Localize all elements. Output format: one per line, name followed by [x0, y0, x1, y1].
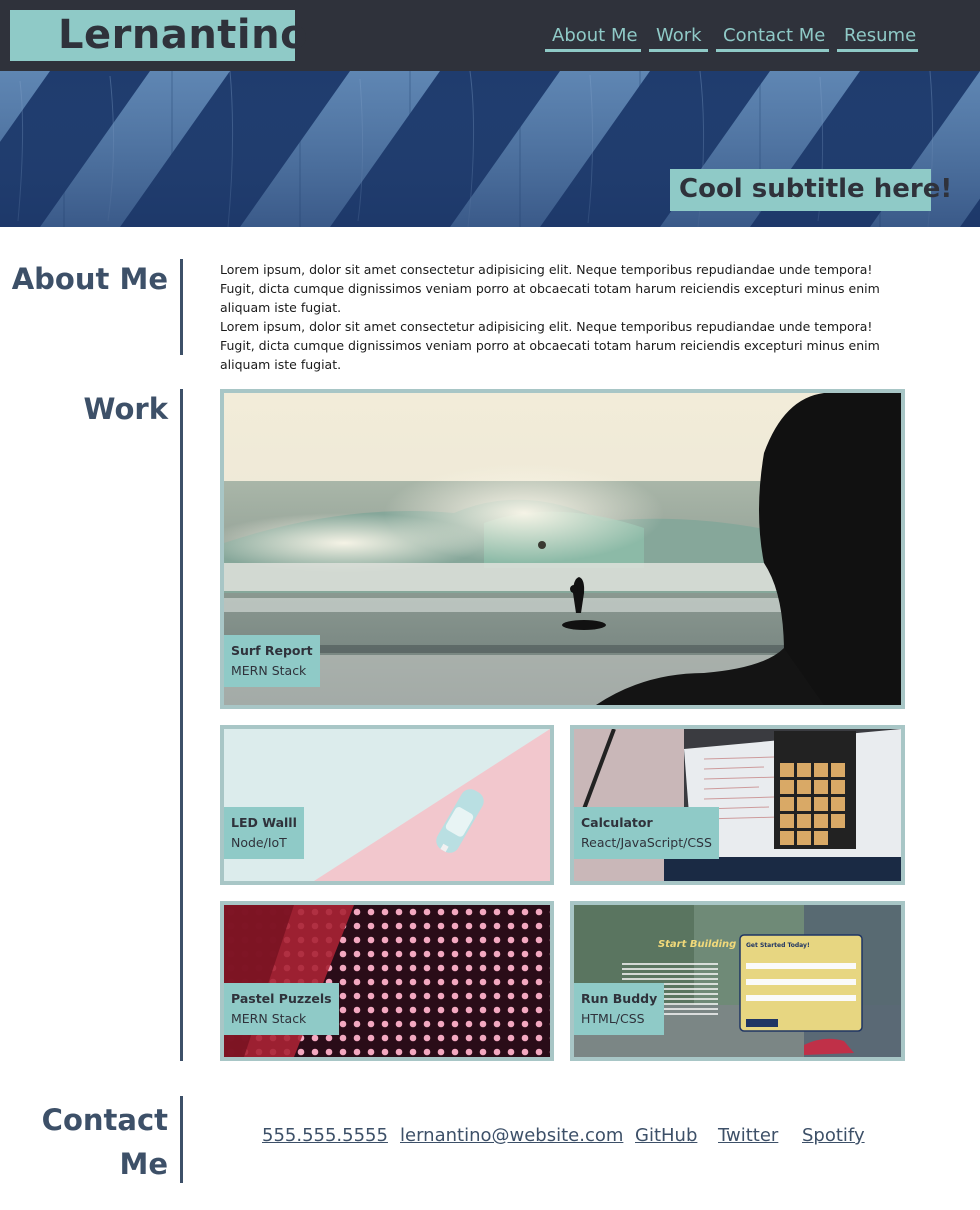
project-label-pastel-puzzels: Pastel Puzzels MERN Stack	[224, 983, 339, 1035]
contact-github-link[interactable]: GitHub	[635, 1125, 697, 1146]
contact-links: 555.555.5555 lernantino@website.com GitH…	[0, 1125, 980, 1151]
site-header: Lernantino About Me Work Contact Me Resu…	[0, 0, 980, 71]
project-card-calculator[interactable]: Calculator React/JavaScript/CSS	[570, 725, 905, 885]
project-card-run-buddy[interactable]: Start Building Habits. Get Started Today…	[570, 901, 905, 1061]
project-card-led-wall[interactable]: LED Walll Node/IoT	[220, 725, 554, 885]
project-card-pastel-puzzels[interactable]: Pastel Puzzels MERN Stack	[220, 901, 554, 1061]
project-label-run-buddy: Run Buddy HTML/CSS	[574, 983, 665, 1035]
about-paragraph-1: Lorem ipsum, dolor sit amet consectetur …	[220, 262, 880, 315]
main-nav: About Me Work Contact Me Resume	[0, 21, 980, 53]
project-card-surf-report[interactable]: Surf Report MERN Stack	[220, 389, 905, 709]
hero-subtitle: Cool subtitle here!	[670, 169, 952, 211]
project-stack: MERN Stack	[231, 1011, 307, 1026]
hero-subtitle-text: Cool subtitle here!	[679, 174, 953, 204]
about-me-heading: About Me	[11, 262, 168, 296]
about-me-divider	[180, 259, 183, 355]
contact-twitter-link[interactable]: Twitter	[718, 1125, 778, 1146]
contact-phone-link[interactable]: 555.555.5555	[262, 1125, 388, 1146]
project-label-calculator: Calculator React/JavaScript/CSS	[574, 807, 719, 859]
contact-spotify-link[interactable]: Spotify	[802, 1125, 865, 1146]
project-title: LED Walll	[231, 815, 297, 830]
surf-report-image	[224, 393, 901, 705]
project-title: Calculator	[581, 815, 653, 830]
project-stack: React/JavaScript/CSS	[581, 835, 712, 850]
run-buddy-form-title: Get Started Today!	[746, 942, 810, 949]
project-stack: Node/IoT	[231, 835, 287, 850]
work-heading: Work	[83, 392, 168, 426]
project-label-surf-report: Surf Report MERN Stack	[224, 635, 320, 687]
about-paragraph-2: Lorem ipsum, dolor sit amet consectetur …	[220, 319, 880, 372]
work-divider	[180, 389, 183, 1061]
nav-about-me[interactable]: About Me	[545, 21, 641, 52]
project-title: Run Buddy	[581, 991, 658, 1006]
project-stack: MERN Stack	[231, 663, 307, 678]
contact-email-link[interactable]: lernantino@website.com	[400, 1125, 623, 1146]
project-title: Surf Report	[231, 643, 313, 658]
project-label-led-wall: LED Walll Node/IoT	[224, 807, 304, 859]
project-stack: HTML/CSS	[581, 1011, 645, 1026]
nav-work[interactable]: Work	[649, 21, 708, 52]
nav-contact-me[interactable]: Contact Me	[716, 21, 829, 52]
project-title: Pastel Puzzels	[231, 991, 332, 1006]
nav-resume[interactable]: Resume	[837, 21, 918, 52]
